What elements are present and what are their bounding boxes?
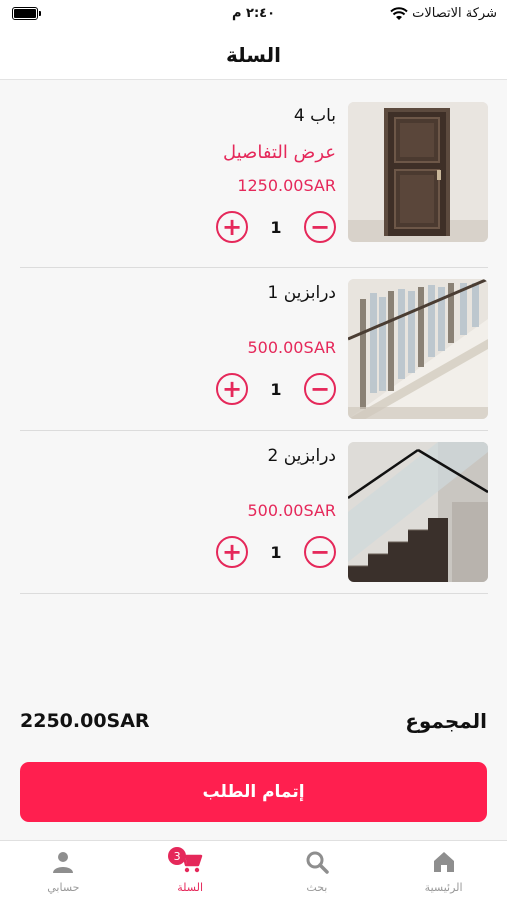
quantity-stepper: + 1 − xyxy=(216,210,336,244)
total-row: 2250.00SAR المجموع xyxy=(20,706,487,736)
carrier-label: شركة الاتصالات xyxy=(412,6,497,21)
bottom-nav: الرئيسية بحث 3 السلة حسابي xyxy=(0,840,507,900)
cart-list: باب 4 عرض التفاصيل 1250.00SAR + 1 − دراب… xyxy=(20,80,488,594)
home-icon xyxy=(433,852,454,872)
glass-railing-image[interactable] xyxy=(348,442,488,582)
nav-item-search[interactable]: بحث xyxy=(254,841,381,900)
door-image[interactable] xyxy=(348,102,488,242)
battery-icon xyxy=(12,7,41,20)
checkout-button[interactable]: إتمام الطلب xyxy=(20,762,487,822)
item-name: درابزين 1 xyxy=(267,283,336,303)
status-bar: ٢:٤٠ م شركة الاتصالات xyxy=(0,0,507,30)
decrease-quantity-button[interactable]: − xyxy=(304,211,336,243)
decrease-quantity-button[interactable]: − xyxy=(304,536,336,568)
nav-label-account: حسابي xyxy=(47,881,80,894)
crystal-railing-image[interactable] xyxy=(348,279,488,419)
item-price: 500.00SAR xyxy=(247,338,337,357)
nav-label-search: بحث xyxy=(306,881,328,894)
total-label: المجموع xyxy=(405,709,487,733)
cart-item: درابزين 2 500.00SAR + 1 − xyxy=(20,431,488,594)
quantity-value: 1 xyxy=(270,217,282,237)
status-time: ٢:٤٠ م xyxy=(231,6,276,21)
nav-item-home[interactable]: الرئيسية xyxy=(380,841,507,900)
increase-quantity-button[interactable]: + xyxy=(216,211,248,243)
nav-label-home: الرئيسية xyxy=(424,881,463,894)
nav-item-cart[interactable]: 3 السلة xyxy=(127,841,254,900)
item-price: 500.00SAR xyxy=(247,501,337,520)
quantity-value: 1 xyxy=(270,379,282,399)
quantity-stepper: + 1 − xyxy=(216,372,336,406)
cart-item: درابزين 1 500.00SAR + 1 − xyxy=(20,268,488,431)
total-value: 2250.00SAR xyxy=(20,710,150,732)
cart-count-badge: 3 xyxy=(168,847,187,865)
quantity-stepper: + 1 − xyxy=(216,535,336,569)
header: السلة xyxy=(0,30,507,80)
increase-quantity-button[interactable]: + xyxy=(216,373,248,405)
status-carrier: شركة الاتصالات xyxy=(390,6,497,21)
item-name: باب 4 xyxy=(293,106,336,126)
item-price: 1250.00SAR xyxy=(237,176,336,195)
search-icon xyxy=(306,851,329,874)
view-details-link[interactable]: عرض التفاصيل xyxy=(223,142,336,163)
wifi-icon xyxy=(390,6,408,20)
decrease-quantity-button[interactable]: − xyxy=(304,373,336,405)
quantity-value: 1 xyxy=(270,542,282,562)
user-icon xyxy=(53,852,74,873)
nav-item-account[interactable]: حسابي xyxy=(0,841,127,900)
increase-quantity-button[interactable]: + xyxy=(216,536,248,568)
nav-label-cart: السلة xyxy=(177,881,203,894)
cart-item: باب 4 عرض التفاصيل 1250.00SAR + 1 − xyxy=(20,80,488,268)
item-name: درابزين 2 xyxy=(267,446,336,466)
page-title: السلة xyxy=(225,42,281,67)
